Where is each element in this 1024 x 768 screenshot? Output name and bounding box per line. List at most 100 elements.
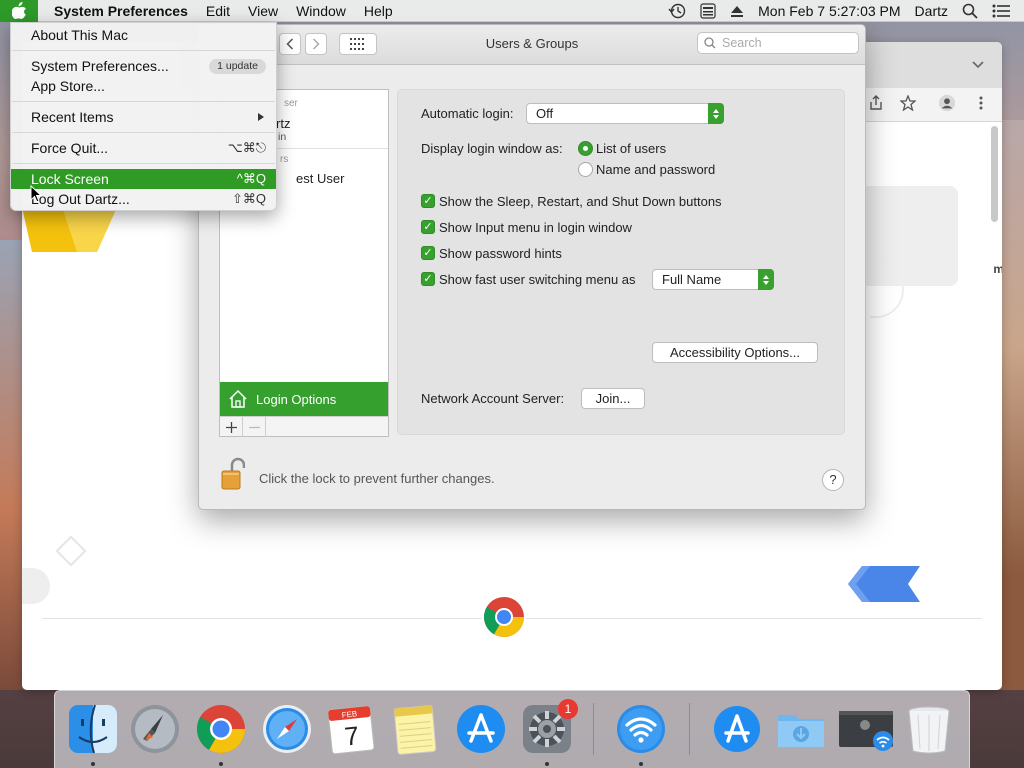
- dock-launchpad[interactable]: [127, 701, 183, 757]
- menu-item-force-quit[interactable]: Force Quit... ⌥⌘⎋: [11, 138, 276, 158]
- checkbox-sleep-restart-label[interactable]: Show the Sleep, Restart, and Shut Down b…: [439, 194, 722, 209]
- menu-app-name[interactable]: System Preferences: [38, 0, 197, 22]
- auto-login-popup[interactable]: Off: [526, 103, 724, 124]
- menu-bar: System Preferences Edit View Window Help…: [0, 0, 1024, 22]
- menu-separator: [12, 50, 275, 51]
- radio-name-and-password-label[interactable]: Name and password: [596, 162, 715, 177]
- menu-window[interactable]: Window: [287, 0, 355, 22]
- decorative-shape: [22, 207, 117, 252]
- dock-trash[interactable]: [901, 701, 957, 757]
- checkbox-input-menu-label[interactable]: Show Input menu in login window: [439, 220, 632, 235]
- appstore-label: App Store...: [31, 78, 105, 94]
- guest-user-item[interactable]: est User: [296, 171, 344, 186]
- dock-separator: [593, 703, 594, 755]
- star-icon[interactable]: [899, 94, 917, 112]
- menu-edit[interactable]: Edit: [197, 0, 239, 22]
- notification-center-icon[interactable]: [992, 4, 1010, 18]
- accessibility-options-button[interactable]: Accessibility Options...: [652, 342, 818, 363]
- lock-screen-label: Lock Screen: [31, 171, 109, 187]
- menu-item-lock-screen[interactable]: Lock Screen ^⌘Q: [11, 169, 276, 189]
- launchpad-icon: [131, 705, 179, 753]
- lock-hint-text: Click the lock to prevent further change…: [259, 471, 495, 486]
- search-field[interactable]: Search: [697, 32, 859, 54]
- sysprefs-label: System Preferences...: [31, 58, 169, 74]
- chrome-icon: [196, 705, 245, 754]
- time-machine-icon[interactable]: [668, 3, 686, 19]
- lock-icon[interactable]: [221, 457, 245, 491]
- dock-finder[interactable]: [65, 701, 121, 757]
- menu-item-log-out[interactable]: Log Out Dartz... ⇧⌘Q: [11, 189, 276, 209]
- house-icon: [229, 389, 247, 408]
- wifi-icon: [617, 705, 665, 753]
- keyboard-viewer-icon[interactable]: [700, 3, 716, 19]
- menu-item-recent-items[interactable]: Recent Items: [11, 107, 276, 127]
- apple-icon: [11, 2, 26, 19]
- document-stack-icon: [839, 711, 893, 751]
- dock-chrome[interactable]: [193, 701, 249, 757]
- dock-notes[interactable]: [387, 701, 443, 757]
- eject-icon[interactable]: [730, 4, 744, 18]
- network-server-label: Network Account Server:: [421, 391, 565, 406]
- menu-item-app-store[interactable]: App Store...: [11, 76, 276, 96]
- menu-help[interactable]: Help: [355, 0, 402, 22]
- checkbox-password-hints-label[interactable]: Show password hints: [439, 246, 562, 261]
- menu-clock[interactable]: Mon Feb 7 5:27:03 PM: [758, 3, 900, 19]
- dock-app-store-download[interactable]: [709, 701, 765, 757]
- help-button[interactable]: ?: [822, 469, 844, 491]
- minus-icon: [248, 426, 260, 428]
- auto-login-label: Automatic login:: [421, 106, 514, 121]
- radio-list-of-users[interactable]: [578, 141, 593, 156]
- dock-safari[interactable]: [259, 701, 315, 757]
- menu-separator: [12, 132, 275, 133]
- submenu-arrow-icon: [258, 113, 264, 121]
- finder-icon: [69, 704, 117, 754]
- add-user-button[interactable]: [220, 417, 243, 437]
- section-other-users: rs: [280, 154, 289, 165]
- logout-shortcut: ⇧⌘Q: [231, 191, 266, 206]
- dock-downloads-folder[interactable]: [773, 701, 829, 757]
- decorative-ribbon: [848, 566, 920, 602]
- profile-icon[interactable]: [938, 94, 956, 112]
- join-button[interactable]: Join...: [581, 388, 645, 409]
- fast-switching-value: Full Name: [662, 272, 722, 287]
- apple-menu-button[interactable]: [0, 0, 38, 22]
- update-badge: 1 update: [209, 59, 266, 74]
- dock-wireless-diagnostics[interactable]: [613, 701, 669, 757]
- dock-calendar[interactable]: FEB 7: [323, 701, 379, 757]
- app-store-icon: [457, 705, 505, 753]
- menu-user[interactable]: Dartz: [915, 3, 948, 19]
- spotlight-search-icon[interactable]: [962, 3, 978, 19]
- chevron-down-icon[interactable]: [972, 58, 984, 72]
- chrome-scrollbar[interactable]: [991, 126, 998, 222]
- login-options-label: Login Options: [256, 391, 337, 407]
- user-name[interactable]: rtz: [276, 116, 290, 131]
- users-groups-window: Users & Groups Search ser rtz in rs est …: [198, 24, 866, 510]
- login-options-item[interactable]: Login Options: [220, 382, 388, 416]
- checkbox-input-menu[interactable]: ✓: [421, 220, 435, 234]
- dock-app-store[interactable]: [453, 701, 509, 757]
- share-icon[interactable]: [867, 94, 885, 112]
- remove-user-button[interactable]: [243, 417, 266, 437]
- dock-separator: [689, 703, 690, 755]
- menu-item-about-this-mac[interactable]: About This Mac: [11, 25, 276, 45]
- section-current-user: ser: [284, 98, 298, 109]
- running-indicator: [219, 762, 223, 766]
- menu-view[interactable]: View: [239, 0, 287, 22]
- radio-name-and-password[interactable]: [578, 162, 593, 177]
- checkbox-sleep-restart[interactable]: ✓: [421, 194, 435, 208]
- dock-wireless-document[interactable]: [837, 701, 893, 757]
- more-icon[interactable]: [972, 94, 990, 112]
- add-remove-bar: [220, 416, 388, 437]
- checkbox-fast-switching[interactable]: ✓: [421, 272, 435, 286]
- radio-list-of-users-label[interactable]: List of users: [596, 141, 666, 156]
- menu-item-system-preferences[interactable]: System Preferences... 1 update: [11, 56, 276, 76]
- user-role: in: [278, 131, 287, 143]
- checkbox-fast-switching-label[interactable]: Show fast user switching menu as: [439, 272, 636, 287]
- running-indicator: [91, 762, 95, 766]
- trash-icon: [908, 706, 950, 754]
- calendar-month: FEB: [341, 709, 357, 720]
- menu-separator: [12, 163, 275, 164]
- checkbox-password-hints[interactable]: ✓: [421, 246, 435, 260]
- search-icon: [704, 37, 716, 49]
- fast-switching-popup[interactable]: Full Name: [652, 269, 774, 290]
